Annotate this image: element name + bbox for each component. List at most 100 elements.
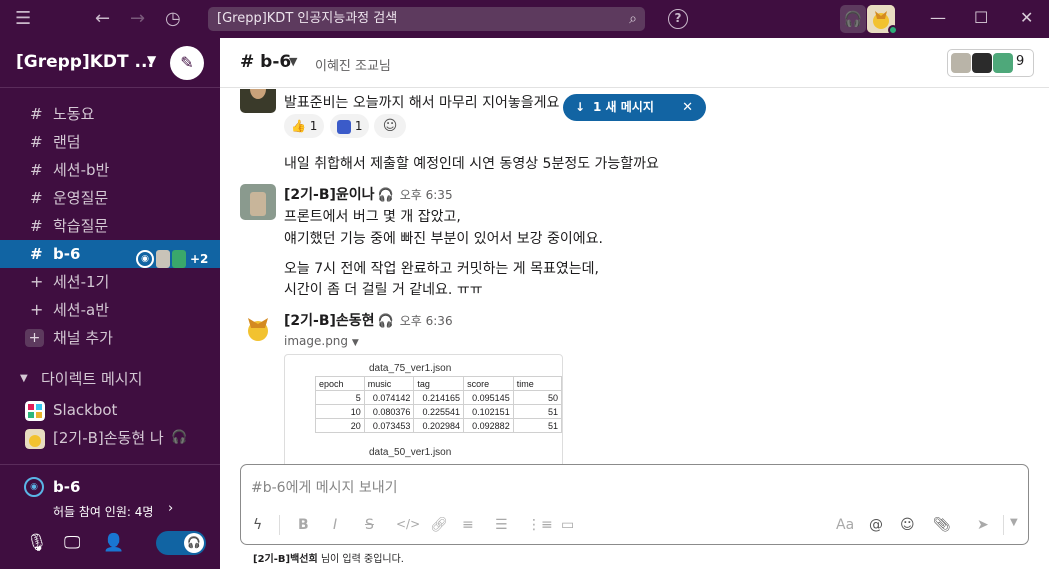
- image-table-title: data_50_ver1.json: [369, 447, 452, 458]
- custom-emoji-icon: [337, 119, 351, 134]
- avatar[interactable]: [240, 184, 276, 220]
- hash-icon: #: [30, 161, 43, 179]
- search-text: [Grepp]KDT 인공지능과정 검색: [217, 11, 398, 26]
- emoji-icon[interactable]: ☺: [900, 517, 915, 533]
- table-cell: 51: [512, 404, 562, 419]
- attachment-icon[interactable]: 📎︎: [933, 517, 951, 533]
- blockquote-icon[interactable]: ⋮≡: [527, 517, 553, 533]
- chevron-down-icon[interactable]: ▼: [1010, 517, 1018, 528]
- add-channel-button[interactable]: + 채널 추가: [0, 324, 220, 352]
- image-attachment[interactable]: data_75_ver1.json epoch music tag score …: [284, 354, 563, 464]
- ordered-list-icon[interactable]: ≡: [462, 517, 474, 533]
- sidebar-item-b-6[interactable]: # b-6 ◉ +2: [0, 240, 220, 268]
- table-cell: music: [363, 376, 415, 391]
- divider: [1003, 515, 1004, 535]
- composer-placeholder[interactable]: #b-6에게 메시지 보내기: [251, 477, 398, 497]
- new-messages-pill[interactable]: ↓ 1 새 메시지 ✕: [563, 94, 706, 121]
- dm-item-slackbot[interactable]: Slackbot: [0, 396, 220, 424]
- table-cell: 0.095145: [463, 390, 514, 405]
- hash-icon: #: [30, 217, 43, 235]
- table-cell: 51: [512, 418, 562, 433]
- avatar: [951, 53, 971, 73]
- dm-item-self[interactable]: [2기-B]손동현 나 🎧: [0, 424, 220, 452]
- shortcuts-icon[interactable]: ϟ: [253, 517, 262, 533]
- forward-arrow-icon[interactable]: →: [130, 8, 145, 30]
- formatting-icon[interactable]: Aa: [836, 517, 854, 533]
- sender-name[interactable]: [2기-B]손동현: [284, 313, 375, 329]
- workspace-name[interactable]: [Grepp]KDT ...: [16, 52, 154, 72]
- send-icon[interactable]: ➤: [977, 517, 989, 533]
- code-block-icon[interactable]: ▭: [561, 517, 574, 533]
- sidebar-item-channel[interactable]: + 세션-a반: [0, 296, 220, 324]
- mention-icon[interactable]: @: [869, 517, 883, 533]
- chevron-down-icon[interactable]: ▼: [147, 53, 156, 67]
- headphones-icon: 🎧: [377, 314, 394, 329]
- message-text: 내일 취합해서 제출할 예정인데 시연 동영상 5분정도 가능할까요: [284, 156, 659, 172]
- reaction-custom[interactable]: 1: [330, 114, 370, 138]
- bold-icon[interactable]: B: [298, 517, 309, 533]
- history-icon[interactable]: ◷: [165, 8, 181, 30]
- sidebar-item-channel[interactable]: # 노동요: [0, 100, 220, 128]
- add-reaction-icon[interactable]: ☺: [374, 114, 406, 138]
- channel-label: 랜덤: [53, 133, 81, 151]
- avatar[interactable]: [240, 310, 276, 346]
- help-icon[interactable]: ?: [668, 9, 688, 29]
- maximize-icon[interactable]: ☐: [974, 6, 988, 30]
- channel-list: # 노동요 # 랜덤 # 세션-b반 # 운영질문 # 학습질문 # b-6 ◉ +2 +…: [0, 88, 220, 352]
- sidebar-item-channel[interactable]: # 랜덤: [0, 128, 220, 156]
- sender-name[interactable]: [2기-B]윤이나: [284, 187, 375, 203]
- table-cell: 0.225541: [413, 404, 465, 419]
- back-arrow-icon[interactable]: ←: [95, 8, 110, 30]
- compose-icon[interactable]: ✎: [170, 46, 204, 80]
- huddle-toggle[interactable]: 🎧: [156, 531, 206, 555]
- sidebar-item-channel[interactable]: # 운영질문: [0, 184, 220, 212]
- arrow-down-icon: ↓: [575, 100, 586, 114]
- plus-icon: +: [25, 329, 44, 347]
- chevron-right-icon[interactable]: ›: [168, 501, 173, 516]
- search-input[interactable]: [Grepp]KDT 인공지능과정 검색 ⌕: [208, 7, 645, 31]
- image-table-title: data_75_ver1.json: [369, 363, 452, 374]
- sidebar-item-channel[interactable]: # 학습질문: [0, 212, 220, 240]
- menu-icon[interactable]: ☰: [15, 8, 31, 30]
- plus-icon: +: [30, 300, 44, 319]
- avatar[interactable]: [240, 89, 276, 113]
- sidebar-item-channel[interactable]: # 세션-b반: [0, 156, 220, 184]
- channel-label: 학습질문: [53, 217, 109, 235]
- link-icon[interactable]: 🔗︎: [430, 517, 448, 533]
- strikethrough-icon[interactable]: S: [365, 517, 374, 533]
- table-cell: epoch: [315, 376, 365, 391]
- code-icon[interactable]: </>: [396, 517, 420, 531]
- huddle-channel[interactable]: b-6: [53, 478, 80, 496]
- sidebar-item-channel[interactable]: + 세션-1기: [0, 268, 220, 296]
- headphones-icon[interactable]: 🎧: [840, 5, 866, 33]
- file-name[interactable]: image.png ▼: [284, 334, 359, 348]
- message-time[interactable]: 오후 6:35: [400, 188, 453, 202]
- message-composer[interactable]: #b-6에게 메시지 보내기 ϟ B I S </> 🔗︎ ≡ ☰ ⋮≡ ▭ A…: [240, 464, 1029, 545]
- members-button[interactable]: 9: [947, 49, 1034, 77]
- italic-icon[interactable]: I: [333, 517, 337, 533]
- dm-section-header[interactable]: ▼ 다이렉트 메시지: [0, 366, 220, 392]
- minimize-icon[interactable]: —: [930, 6, 946, 30]
- bulleted-list-icon[interactable]: ☰: [495, 517, 508, 533]
- channel-title[interactable]: # b-6: [240, 52, 291, 72]
- add-person-icon[interactable]: 👤: [103, 533, 124, 553]
- chevron-down-icon[interactable]: ▼: [289, 55, 297, 68]
- reaction-thumbs-up[interactable]: 👍 1: [284, 114, 325, 138]
- workspace-header[interactable]: [Grepp]KDT ... ▼ ✎: [0, 38, 220, 88]
- huddle-icon: ◉: [136, 250, 154, 268]
- screen-share-icon[interactable]: 🖵: [64, 533, 80, 553]
- search-icon: ⌕: [629, 11, 637, 27]
- message-sender[interactable]: [2기-B]손동현 🎧 오후 6:36: [284, 310, 453, 330]
- mic-muted-icon[interactable]: 🎙: [26, 533, 48, 553]
- headphones-icon: 🎧: [377, 188, 394, 203]
- file-name-text: image.png: [284, 334, 349, 348]
- message-time[interactable]: 오후 6:36: [400, 314, 453, 328]
- member-count: 9: [1016, 54, 1025, 69]
- dm-label: [2기-B]손동현 나: [53, 429, 164, 447]
- close-icon[interactable]: ✕: [682, 94, 693, 121]
- close-icon[interactable]: ✕: [1020, 6, 1033, 30]
- huddle-count[interactable]: 허들 참여 인원: 4명: [53, 503, 153, 520]
- channel-topic[interactable]: 이혜진 조교님: [315, 55, 391, 74]
- message-sender[interactable]: [2기-B]윤이나 🎧 오후 6:35: [284, 184, 453, 204]
- reaction-count: 1: [309, 119, 318, 133]
